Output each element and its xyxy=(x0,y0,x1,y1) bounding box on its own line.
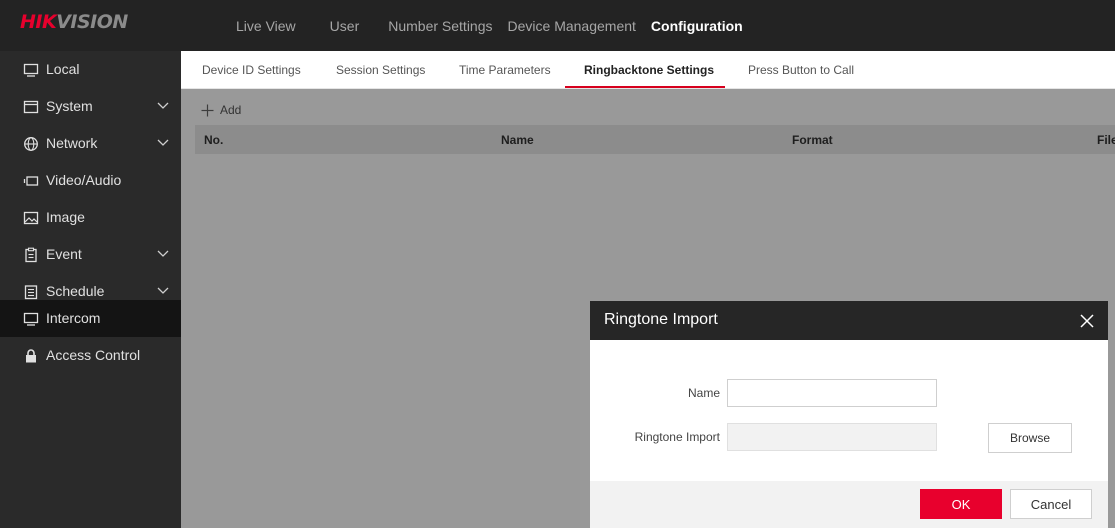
tab-time-parameters[interactable]: Time Parameters xyxy=(459,51,551,89)
tab-session-settings[interactable]: Session Settings xyxy=(336,51,425,89)
sidebar: Local System Network Video/Audio Image E… xyxy=(0,51,181,528)
ringtone-file-path xyxy=(727,423,937,451)
sidebar-item-label: Image xyxy=(46,209,85,225)
sidebar-item-label: Intercom xyxy=(46,310,101,326)
chevron-down-icon xyxy=(157,102,169,109)
tab-device-id-settings[interactable]: Device ID Settings xyxy=(202,51,301,89)
top-bar: HIKVISION Live View User Number Settings… xyxy=(0,0,1115,51)
sidebar-item-label: Network xyxy=(46,135,98,151)
nav-number-settings[interactable]: Number Settings xyxy=(388,18,492,34)
video-icon xyxy=(23,176,39,186)
chevron-down-icon xyxy=(157,250,169,257)
sidebar-item-event[interactable]: Event xyxy=(0,236,181,273)
top-nav: Live View User Number Settings Device Ma… xyxy=(236,0,758,51)
sidebar-item-label: Video/Audio xyxy=(46,172,122,188)
ringtone-import-dialog: Ringtone Import Name Ringtone Import Bro… xyxy=(590,301,1108,528)
dialog-title: Ringtone Import xyxy=(604,311,718,328)
chevron-down-icon xyxy=(157,139,169,146)
image-icon xyxy=(23,211,39,225)
name-field[interactable] xyxy=(727,379,937,407)
sidebar-item-intercom[interactable]: Intercom xyxy=(0,300,181,337)
ok-button[interactable]: OK xyxy=(920,489,1002,519)
nav-configuration[interactable]: Configuration xyxy=(651,18,743,34)
active-tab-indicator xyxy=(565,86,725,88)
intercom-icon xyxy=(23,312,39,326)
nav-device-management[interactable]: Device Management xyxy=(508,18,636,34)
tab-bar: Device ID Settings Session Settings Time… xyxy=(181,51,1115,89)
event-icon xyxy=(25,247,37,263)
ringtone-import-label: Ringtone Import xyxy=(634,430,720,444)
cancel-button[interactable]: Cancel xyxy=(1010,489,1092,519)
sidebar-item-local[interactable]: Local xyxy=(0,51,181,88)
nav-user[interactable]: User xyxy=(330,18,360,34)
tab-press-button-to-call[interactable]: Press Button to Call xyxy=(748,51,854,89)
hikvision-logo: HIKVISION xyxy=(20,11,128,33)
tab-ringbacktone-settings[interactable]: Ringbacktone Settings xyxy=(584,51,714,89)
system-icon xyxy=(23,100,39,114)
sidebar-item-network[interactable]: Network xyxy=(0,125,181,162)
schedule-icon xyxy=(24,285,38,300)
sidebar-item-label: Event xyxy=(46,246,82,262)
sidebar-item-system[interactable]: System xyxy=(0,88,181,125)
globe-icon xyxy=(24,137,38,151)
dialog-header: Ringtone Import xyxy=(590,301,1108,340)
name-label: Name xyxy=(687,386,720,400)
sidebar-item-video-audio[interactable]: Video/Audio xyxy=(0,162,181,199)
nav-live-view[interactable]: Live View xyxy=(236,18,296,34)
sidebar-item-label: Access Control xyxy=(46,347,141,363)
chevron-down-icon xyxy=(157,287,169,294)
browse-button[interactable]: Browse xyxy=(988,423,1072,453)
lock-icon xyxy=(26,349,36,363)
monitor-icon xyxy=(23,63,39,77)
close-icon[interactable] xyxy=(1078,312,1096,330)
sidebar-item-label: Local xyxy=(46,61,80,77)
sidebar-item-label: System xyxy=(46,98,93,114)
sidebar-item-access-control[interactable]: Access Control xyxy=(0,337,181,374)
sidebar-item-label: Schedule xyxy=(46,283,105,299)
sidebar-item-image[interactable]: Image xyxy=(0,199,181,236)
